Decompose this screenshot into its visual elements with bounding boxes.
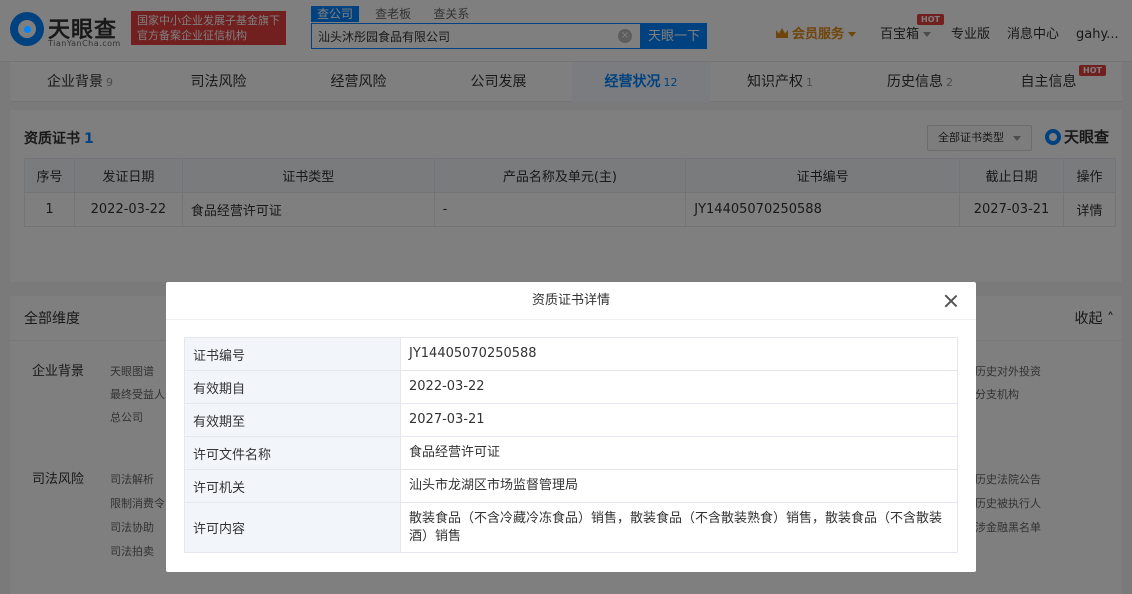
- detail-key: 许可机关: [184, 469, 401, 503]
- detail-row: 许可内容 散装食品（不含冷藏冷冻食品）销售，散装食品（不含散装熟食）销售，散装食…: [184, 502, 958, 553]
- detail-key: 有效期至: [184, 403, 401, 437]
- detail-key: 证书编号: [184, 337, 401, 371]
- detail-value: 2027-03-21: [400, 403, 958, 437]
- detail-row: 有效期自 2022-03-22: [184, 370, 958, 404]
- detail-row: 许可文件名称 食品经营许可证: [184, 436, 958, 470]
- modal-title: 资质证书详情: [166, 282, 976, 320]
- detail-value: 散装食品（不含冷藏冷冻食品）销售，散装食品（不含散装熟食）销售，散装食品（不含散…: [400, 502, 958, 553]
- detail-row: 证书编号 JY14405070250588: [184, 337, 958, 371]
- detail-value: 食品经营许可证: [400, 436, 958, 470]
- detail-row: 许可机关 汕头市龙湖区市场监督管理局: [184, 469, 958, 503]
- detail-row: 有效期至 2027-03-21: [184, 403, 958, 437]
- detail-key: 许可文件名称: [184, 436, 401, 470]
- detail-value: 2022-03-22: [400, 370, 958, 404]
- detail-key: 有效期自: [184, 370, 401, 404]
- close-icon[interactable]: [942, 292, 960, 310]
- detail-value: 汕头市龙湖区市场监督管理局: [400, 469, 958, 503]
- certificate-detail-table: 证书编号 JY14405070250588 有效期自 2022-03-22 有效…: [184, 337, 958, 553]
- detail-value: JY14405070250588: [400, 337, 958, 371]
- certificate-detail-modal: 资质证书详情 证书编号 JY14405070250588 有效期自 2022-0…: [166, 282, 976, 572]
- detail-key: 许可内容: [184, 502, 401, 553]
